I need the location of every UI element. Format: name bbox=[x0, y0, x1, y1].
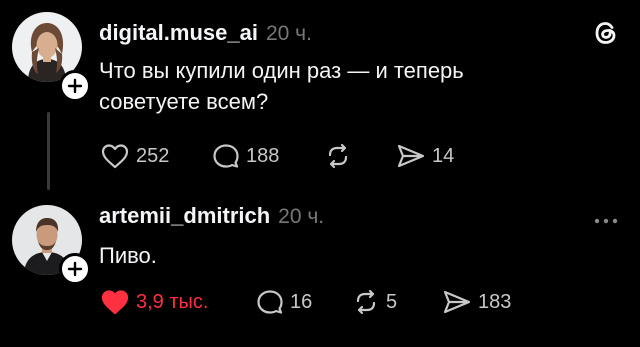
action-bar: 3,9 тыс. 16 5 183 bbox=[100, 288, 511, 316]
paper-plane-icon bbox=[397, 144, 425, 168]
reply-post: artemii_dmitrich 20 ч. Пиво. 3,9 тыс. 16 bbox=[0, 190, 640, 347]
share-button[interactable]: 183 bbox=[442, 288, 511, 316]
timestamp[interactable]: 20 ч. bbox=[278, 205, 324, 229]
comment-button[interactable]: 16 bbox=[256, 288, 352, 316]
heart-icon bbox=[101, 144, 129, 169]
repost-arrows-icon bbox=[328, 143, 348, 169]
comment-count: 16 bbox=[290, 290, 313, 313]
post-text: Пиво. bbox=[99, 243, 157, 268]
repost-arrows-icon bbox=[356, 289, 376, 315]
comment-count: 188 bbox=[246, 144, 280, 167]
more-dots-icon bbox=[594, 218, 618, 224]
more-options-button[interactable] bbox=[593, 212, 619, 230]
share-count: 183 bbox=[478, 290, 512, 313]
timestamp[interactable]: 20 ч. bbox=[266, 22, 312, 46]
username[interactable]: digital.muse_ai bbox=[99, 20, 258, 46]
speech-bubble-icon bbox=[213, 144, 239, 168]
like-button[interactable]: 3,9 тыс. bbox=[100, 288, 256, 316]
comment-button[interactable]: 188 bbox=[212, 142, 324, 170]
post-text-line: советуете всем? bbox=[99, 89, 269, 114]
action-bar: 252 188 14 bbox=[100, 142, 454, 170]
paper-plane-icon bbox=[443, 290, 471, 314]
speech-bubble-icon bbox=[257, 290, 283, 314]
plus-icon bbox=[67, 78, 83, 94]
repost-button[interactable]: 5 bbox=[352, 288, 442, 316]
repost-count: 5 bbox=[386, 290, 398, 313]
username[interactable]: artemii_dmitrich bbox=[99, 203, 270, 229]
post-text-line: Что вы купили один раз — и теперь bbox=[99, 58, 464, 83]
plus-icon bbox=[67, 261, 83, 277]
like-count: 3,9 тыс. bbox=[136, 290, 209, 313]
thread-post: digital.muse_ai 20 ч. Что вы купили один… bbox=[0, 0, 640, 190]
repost-button[interactable] bbox=[324, 142, 396, 170]
follow-button[interactable] bbox=[59, 70, 91, 102]
thread-connector-line bbox=[47, 112, 50, 190]
follow-button[interactable] bbox=[59, 253, 91, 285]
heart-icon bbox=[101, 290, 129, 315]
share-button[interactable]: 14 bbox=[396, 142, 454, 170]
like-count: 252 bbox=[136, 144, 170, 167]
like-button[interactable]: 252 bbox=[100, 142, 212, 170]
post-text: Что вы купили один раз — и теперь совету… bbox=[99, 55, 464, 117]
share-count: 14 bbox=[432, 144, 455, 167]
